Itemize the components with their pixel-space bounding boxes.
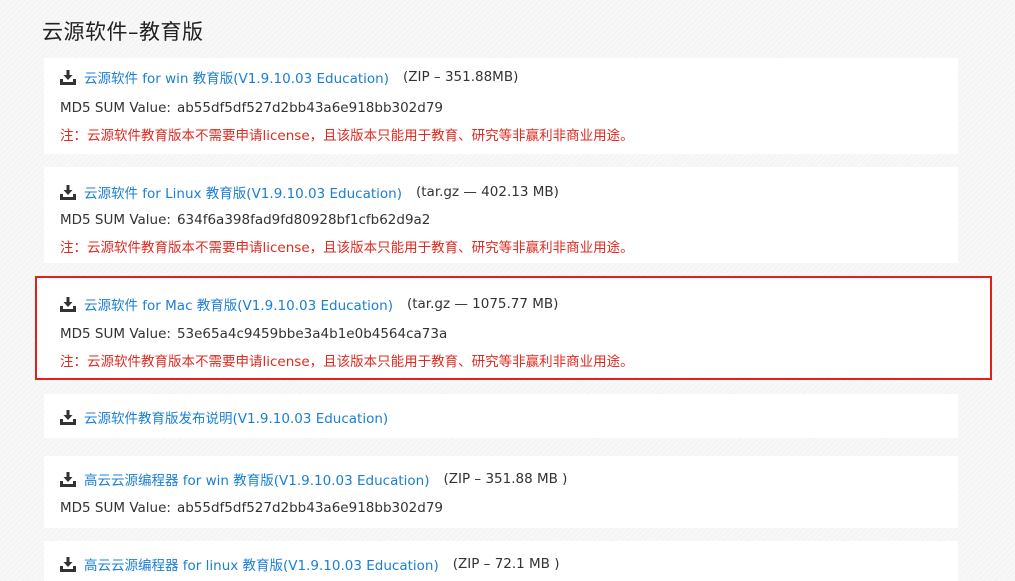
license-note: 注：云源软件教育版本不需要申请license，且该版本只能用于教育、研究等非赢利… xyxy=(60,240,634,256)
md5-value: ab55df5df527d2bb43a6e918bb302d79 xyxy=(176,100,444,116)
download-icon[interactable] xyxy=(60,69,76,85)
md5-label: MD5 SUM Value: xyxy=(60,500,171,516)
license-note: 注：云源软件教育版本不需要申请license，且该版本只能用于教育、研究等非赢利… xyxy=(60,128,634,144)
programmer-linux-link[interactable]: 高云云源编程器 for linux 教育版(V1.9.10.03 Educati… xyxy=(84,554,439,574)
md5-row: MD5 SUM Value: 634f6a398fad9fd80928bf1cfb… xyxy=(60,212,430,228)
license-note: 注：云源软件教育版本不需要申请license，且该版本只能用于教育、研究等非赢利… xyxy=(60,354,634,370)
page-title: 云源软件–教育版 xyxy=(42,20,204,44)
programmer-win-card: 高云云源编程器 for win 教育版(V1.9.10.03 Education… xyxy=(44,456,958,528)
download-icon[interactable] xyxy=(60,471,76,487)
md5-label: MD5 SUM Value: xyxy=(60,212,171,228)
file-size-info: (ZIP – 351.88MB) xyxy=(402,69,519,85)
programmer-linux-card: 高云云源编程器 for linux 教育版(V1.9.10.03 Educati… xyxy=(44,541,958,581)
release-notes-link[interactable]: 云源软件教育版发布说明(V1.9.10.03 Education) xyxy=(84,407,388,427)
md5-value: 634f6a398fad9fd80928bf1cfb62d9a2 xyxy=(176,212,431,228)
file-size-info: (ZIP – 351.88 MB ) xyxy=(443,471,568,487)
file-size-info: (tar.gz — 402.13 MB) xyxy=(416,184,559,200)
file-size-info: (tar.gz — 1075.77 MB) xyxy=(406,296,559,312)
download-icon[interactable] xyxy=(60,409,76,425)
md5-row: MD5 SUM Value: ab55df5df527d2bb43a6e918bb… xyxy=(60,100,443,116)
download-row: 云源软件教育版发布说明(V1.9.10.03 Education) xyxy=(60,407,388,427)
programmer-win-link[interactable]: 高云云源编程器 for win 教育版(V1.9.10.03 Education… xyxy=(84,469,429,489)
download-link-mac[interactable]: 云源软件 for Mac 教育版(V1.9.10.03 Education) xyxy=(84,294,393,314)
download-card-mac: 云源软件 for Mac 教育版(V1.9.10.03 Education) (… xyxy=(35,276,992,380)
release-notes-card: 云源软件教育版发布说明(V1.9.10.03 Education) xyxy=(44,394,958,438)
md5-label: MD5 SUM Value: xyxy=(60,100,171,116)
download-row: 云源软件 for win 教育版(V1.9.10.03 Education) (… xyxy=(60,67,518,87)
download-row: 高云云源编程器 for linux 教育版(V1.9.10.03 Educati… xyxy=(60,554,560,574)
download-row: 云源软件 for Mac 教育版(V1.9.10.03 Education) (… xyxy=(60,294,558,314)
download-link-linux[interactable]: 云源软件 for Linux 教育版(V1.9.10.03 Education) xyxy=(84,182,402,202)
md5-row: MD5 SUM Value: ab55df5df527d2bb43a6e918bb… xyxy=(60,500,443,516)
download-link-win[interactable]: 云源软件 for win 教育版(V1.9.10.03 Education) xyxy=(84,67,389,87)
download-card-linux: 云源软件 for Linux 教育版(V1.9.10.03 Education)… xyxy=(44,167,958,263)
download-row: 云源软件 for Linux 教育版(V1.9.10.03 Education)… xyxy=(60,182,559,202)
md5-label: MD5 SUM Value: xyxy=(60,326,171,342)
md5-value: ab55df5df527d2bb43a6e918bb302d79 xyxy=(176,500,444,516)
file-size-info: (ZIP – 72.1 MB ) xyxy=(452,556,560,572)
download-card-win: 云源软件 for win 教育版(V1.9.10.03 Education) (… xyxy=(44,58,958,154)
md5-row: MD5 SUM Value: 53e65a4c9459bbe3a4b1e0b456… xyxy=(60,326,447,342)
download-row: 高云云源编程器 for win 教育版(V1.9.10.03 Education… xyxy=(60,469,567,489)
download-icon[interactable] xyxy=(60,556,76,572)
download-icon[interactable] xyxy=(60,184,76,200)
download-icon[interactable] xyxy=(60,296,76,312)
md5-value: 53e65a4c9459bbe3a4b1e0b4564ca73a xyxy=(176,326,448,342)
